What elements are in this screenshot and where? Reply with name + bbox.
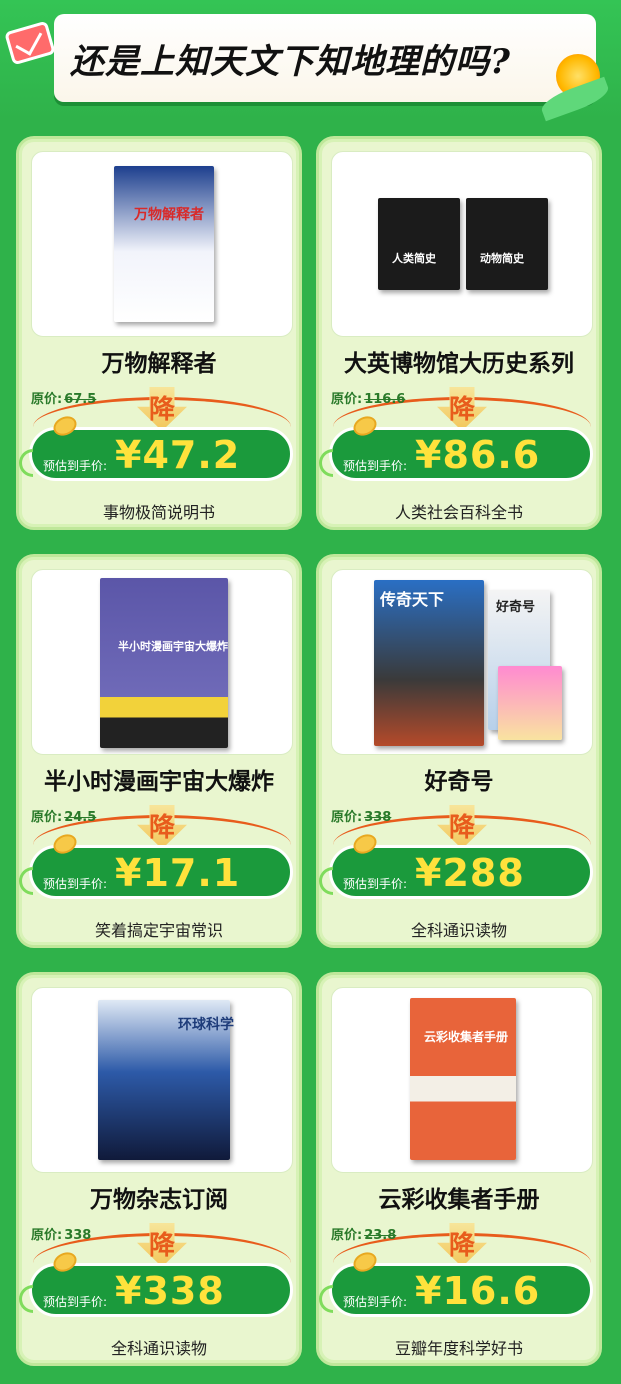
estimated-price: ¥288 [415, 851, 525, 895]
estimated-price-label: 预估到手价: [343, 877, 408, 891]
original-price: 原价: 338 [31, 1224, 91, 1243]
price-value: 288 [442, 851, 525, 895]
product-tagline: 人类社会百科全书 [394, 503, 523, 522]
book-cover [498, 666, 562, 740]
book-cover: 半小时漫画宇宙大爆炸 [100, 578, 228, 748]
product-name: 好奇号 [424, 769, 494, 795]
product-image[interactable]: 半小时漫画宇宙大爆炸 [31, 569, 293, 755]
product-image[interactable]: 万物解释者 [31, 151, 293, 337]
cover-title: 好奇号 [496, 600, 536, 615]
product-card[interactable]: 半小时漫画宇宙大爆炸 半小时漫画宇宙大爆炸 降 原价: 24.5 预估到手价: ¥… [16, 554, 302, 948]
currency-symbol: ¥ [115, 851, 143, 895]
product-tagline: 豆瓣年度科学好书 [394, 1339, 523, 1358]
drop-label: 降 [448, 813, 475, 843]
currency-symbol: ¥ [415, 433, 443, 477]
product-tagline: 笑着搞定宇宙常识 [94, 921, 223, 940]
original-price-label: 原价: [31, 810, 63, 825]
book-cover: 人类简史 [378, 198, 460, 290]
estimated-price-label: 预估到手价: [43, 1295, 108, 1309]
product-tagline: 全科通识读物 [410, 921, 507, 940]
cover-title: 万物解释者 [134, 207, 204, 223]
original-price-label: 原价: [31, 1228, 63, 1243]
price-value: 17.1 [142, 851, 241, 895]
product-card[interactable]: 人类简史 动物简史 大英博物馆大历史系列 降 原价: 116.6 预估到手价: ¥… [316, 136, 602, 530]
estimated-price-label: 预估到手价: [343, 459, 408, 473]
product-card[interactable]: 云彩收集者手册 云彩收集者手册 降 原价: 23.8 预估到手价: ¥16.6 豆… [316, 972, 602, 1366]
book-cover: 动物简史 [466, 198, 548, 290]
product-name: 万物杂志订阅 [90, 1187, 228, 1213]
sprout-icon [19, 449, 33, 477]
original-price-label: 原价: [31, 392, 63, 407]
product-card[interactable]: 传奇天下 好奇号 好奇号 降 原价: 338 预估到手价: ¥288 全科通识读物 [316, 554, 602, 948]
drop-label: 降 [148, 1231, 175, 1261]
estimated-price: ¥47.2 [115, 433, 240, 477]
cover-title: 动物简史 [480, 252, 524, 265]
product-tagline: 全科通识读物 [110, 1339, 207, 1358]
sprout-icon [319, 1285, 333, 1313]
estimated-price: ¥17.1 [115, 851, 240, 895]
cover-title: 传奇天下 [380, 590, 445, 609]
original-price: 原价: 338 [331, 806, 391, 825]
product-tagline: 事物极简说明书 [102, 503, 215, 522]
original-price: 原价: 67.5 [31, 388, 96, 407]
currency-symbol: ¥ [115, 1269, 143, 1313]
book-cover: 万物解释者 [114, 166, 214, 322]
original-price: 原价: 24.5 [31, 806, 96, 825]
product-image[interactable]: 云彩收集者手册 [331, 987, 593, 1173]
product-card[interactable]: 万物解释者 万物解释者 降 原价: 67.5 预估到手价: ¥47.2 事物极简说… [16, 136, 302, 530]
estimated-price: ¥16.6 [415, 1269, 540, 1313]
drop-label: 降 [148, 813, 175, 843]
price-value: 338 [142, 1269, 225, 1313]
product-name: 万物解释者 [101, 351, 217, 377]
drop-label: 降 [448, 395, 475, 425]
product-card[interactable]: 环球科学 万物杂志订阅 降 原价: 338 预估到手价: ¥338 全科通识读物 [16, 972, 302, 1366]
estimated-price: ¥86.6 [415, 433, 540, 477]
estimated-price-label: 预估到手价: [343, 1295, 408, 1309]
currency-symbol: ¥ [415, 1269, 443, 1313]
original-price-value: 338 [364, 810, 392, 825]
currency-symbol: ¥ [115, 433, 143, 477]
book-cover: 云彩收集者手册 [410, 998, 516, 1160]
original-price-label: 原价: [331, 392, 363, 407]
price-value: 16.6 [442, 1269, 541, 1313]
original-price: 原价: 23.8 [331, 1224, 396, 1243]
original-price-label: 原价: [331, 810, 363, 825]
product-image[interactable]: 环球科学 [31, 987, 293, 1173]
original-price-value: 116.6 [364, 392, 406, 407]
page-title: 还是上知天文下知地理的吗? [70, 42, 511, 82]
drop-label: 降 [448, 1231, 475, 1261]
product-image[interactable]: 人类简史 动物简史 [331, 151, 593, 337]
product-image[interactable]: 传奇天下 好奇号 [331, 569, 593, 755]
original-price-value: 23.8 [364, 1228, 397, 1243]
sprout-icon [319, 449, 333, 477]
cover-title: 人类简史 [392, 252, 436, 265]
sprout-icon [19, 867, 33, 895]
cover-title: 半小时漫画宇宙大爆炸 [118, 640, 228, 653]
original-price-value: 24.5 [64, 810, 97, 825]
drop-label: 降 [148, 395, 175, 425]
estimated-price-label: 预估到手价: [43, 877, 108, 891]
cover-title: 云彩收集者手册 [424, 1030, 509, 1044]
product-name: 大英博物馆大历史系列 [344, 351, 574, 377]
estimated-price-label: 预估到手价: [43, 459, 108, 473]
book-cover: 传奇天下 [374, 580, 484, 746]
sprout-icon [319, 867, 333, 895]
price-value: 47.2 [142, 433, 241, 477]
sprout-icon [19, 1285, 33, 1313]
book-cover: 环球科学 [98, 1000, 234, 1160]
original-price: 原价: 116.6 [331, 388, 405, 407]
product-name: 半小时漫画宇宙大爆炸 [44, 769, 274, 795]
original-price-value: 338 [64, 1228, 92, 1243]
original-price-value: 67.5 [64, 392, 97, 407]
product-name: 云彩收集者手册 [378, 1187, 540, 1213]
currency-symbol: ¥ [415, 851, 443, 895]
price-value: 86.6 [442, 433, 541, 477]
original-price-label: 原价: [331, 1228, 363, 1243]
estimated-price: ¥338 [115, 1269, 225, 1313]
cover-title: 环球科学 [178, 1017, 234, 1033]
